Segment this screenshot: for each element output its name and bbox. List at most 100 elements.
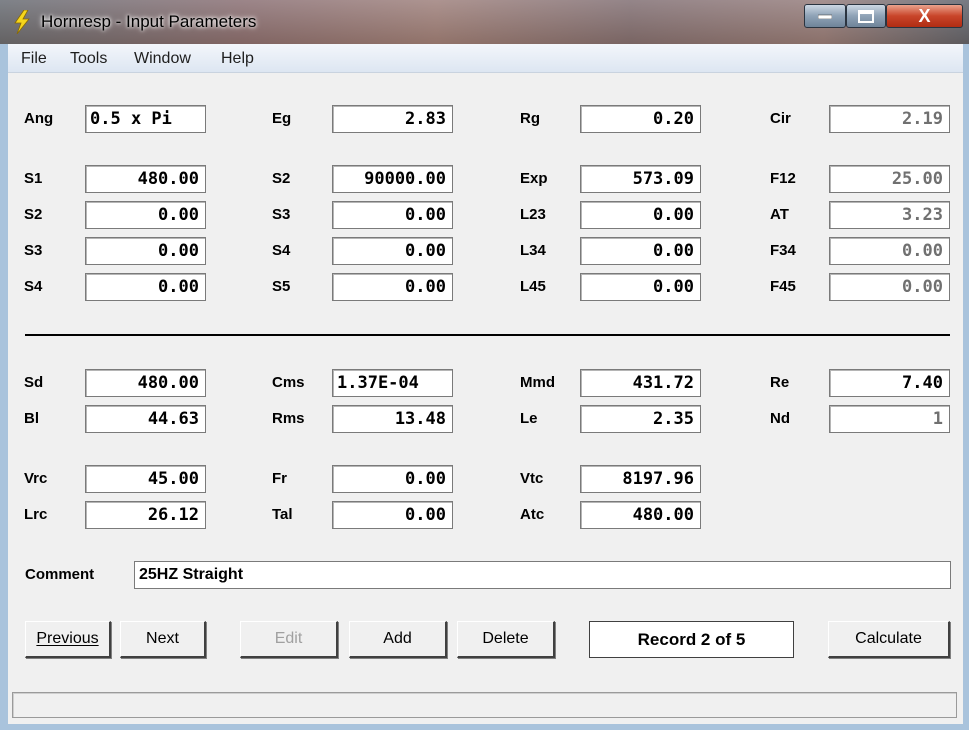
calculate-button[interactable]: Calculate xyxy=(828,621,950,658)
close-button[interactable]: X xyxy=(886,4,963,28)
fr-field[interactable]: 0.00 xyxy=(332,465,453,493)
s3-top-field[interactable]: 0.00 xyxy=(332,201,453,229)
at-field: 3.23 xyxy=(829,201,950,229)
add-label: Add xyxy=(383,630,412,647)
label-l23: L23 xyxy=(520,206,546,223)
label-nd: Nd xyxy=(770,410,790,427)
rms-field[interactable]: 13.48 xyxy=(332,405,453,433)
label-atc: Atc xyxy=(520,506,545,523)
label-rms: Rms xyxy=(272,410,305,427)
label-at: AT xyxy=(770,206,789,223)
label-cms: Cms xyxy=(272,374,305,391)
label-vrc: Vrc xyxy=(24,470,48,487)
le-field[interactable]: 2.35 xyxy=(580,405,701,433)
label-le: Le xyxy=(520,410,538,427)
cms-field[interactable]: 1.37E-04 xyxy=(332,369,453,397)
label-f45: F45 xyxy=(770,278,796,295)
label-f12: F12 xyxy=(770,170,796,187)
label-comment: Comment xyxy=(25,566,95,583)
label-vtc: Vtc xyxy=(520,470,544,487)
label-f34: F34 xyxy=(770,242,796,259)
sd-field[interactable]: 480.00 xyxy=(85,369,206,397)
status-bar xyxy=(12,692,957,718)
maximize-icon xyxy=(847,5,885,27)
exp-field[interactable]: 573.09 xyxy=(580,165,701,193)
window-title: Hornresp - Input Parameters xyxy=(41,12,257,31)
label-tal: Tal xyxy=(272,506,293,523)
lightning-icon xyxy=(14,10,30,34)
s4-top-field[interactable]: 0.00 xyxy=(332,237,453,265)
cir-field: 2.19 xyxy=(829,105,950,133)
client-area: File Tools Window Help Ang 0.5 x Pi Eg 2… xyxy=(8,44,963,724)
menu-window[interactable]: Window xyxy=(134,50,191,68)
lrc-field[interactable]: 26.12 xyxy=(85,501,206,529)
label-sd: Sd xyxy=(24,374,44,391)
eg-field[interactable]: 2.83 xyxy=(332,105,453,133)
label-ang: Ang xyxy=(24,110,54,127)
label-rg: Rg xyxy=(520,110,540,127)
s4-field[interactable]: 0.00 xyxy=(85,273,206,301)
f45-field: 0.00 xyxy=(829,273,950,301)
label-lrc: Lrc xyxy=(24,506,48,523)
label-s2: S2 xyxy=(24,206,43,223)
menu-tools[interactable]: Tools xyxy=(70,50,107,68)
label-s1: S1 xyxy=(24,170,43,187)
label-bl: Bl xyxy=(24,410,39,427)
ang-field[interactable]: 0.5 x Pi xyxy=(85,105,206,133)
f12-field: 25.00 xyxy=(829,165,950,193)
label-re: Re xyxy=(770,374,790,391)
l45-field[interactable]: 0.00 xyxy=(580,273,701,301)
label-eg: Eg xyxy=(272,110,292,127)
maximize-button[interactable] xyxy=(846,4,886,28)
rg-field[interactable]: 0.20 xyxy=(580,105,701,133)
add-button[interactable]: Add xyxy=(349,621,447,658)
edit-button: Edit xyxy=(240,621,338,658)
s3-field[interactable]: 0.00 xyxy=(85,237,206,265)
previous-label: Previous xyxy=(36,630,99,647)
close-icon: X xyxy=(918,5,931,26)
previous-button[interactable]: Previous xyxy=(25,621,111,658)
label-s4: S4 xyxy=(24,278,43,295)
calculate-label: Calculate xyxy=(855,630,922,647)
label-exp: Exp xyxy=(520,170,548,187)
label-s3: S3 xyxy=(24,242,43,259)
edit-label: Edit xyxy=(274,630,303,647)
mmd-field[interactable]: 431.72 xyxy=(580,369,701,397)
label-fr: Fr xyxy=(272,470,287,487)
nd-field: 1 xyxy=(829,405,950,433)
s1-field[interactable]: 480.00 xyxy=(85,165,206,193)
comment-field[interactable]: 25HZ Straight xyxy=(134,561,951,589)
l34-field[interactable]: 0.00 xyxy=(580,237,701,265)
next-label: Next xyxy=(146,630,179,647)
menu-file[interactable]: File xyxy=(21,50,47,68)
re-field[interactable]: 7.40 xyxy=(829,369,950,397)
s2-field[interactable]: 0.00 xyxy=(85,201,206,229)
minimize-button[interactable] xyxy=(804,4,846,28)
label-cir: Cir xyxy=(770,110,791,127)
record-indicator: Record 2 of 5 xyxy=(589,621,794,658)
delete-label: Delete xyxy=(482,630,529,647)
minimize-icon xyxy=(805,5,845,27)
label-s3-top: S3 xyxy=(272,206,291,223)
s2-top-field[interactable]: 90000.00 xyxy=(332,165,453,193)
label-s2-top: S2 xyxy=(272,170,291,187)
tal-field[interactable]: 0.00 xyxy=(332,501,453,529)
vrc-field[interactable]: 45.00 xyxy=(85,465,206,493)
menu-help[interactable]: Help xyxy=(221,50,254,68)
title-bar[interactable]: Hornresp - Input Parameters X xyxy=(0,0,969,44)
delete-button[interactable]: Delete xyxy=(457,621,555,658)
menu-bar: File Tools Window Help xyxy=(8,44,963,73)
label-s4-top: S4 xyxy=(272,242,291,259)
atc-field[interactable]: 480.00 xyxy=(580,501,701,529)
s5-field[interactable]: 0.00 xyxy=(332,273,453,301)
label-l45: L45 xyxy=(520,278,546,295)
hornresp-window: Hornresp - Input Parameters X File Tools… xyxy=(0,0,969,730)
label-l34: L34 xyxy=(520,242,546,259)
section-divider xyxy=(25,334,950,336)
vtc-field[interactable]: 8197.96 xyxy=(580,465,701,493)
bl-field[interactable]: 44.63 xyxy=(85,405,206,433)
label-mmd: Mmd xyxy=(520,374,555,391)
label-s5: S5 xyxy=(272,278,291,295)
next-button[interactable]: Next xyxy=(120,621,206,658)
l23-field[interactable]: 0.00 xyxy=(580,201,701,229)
